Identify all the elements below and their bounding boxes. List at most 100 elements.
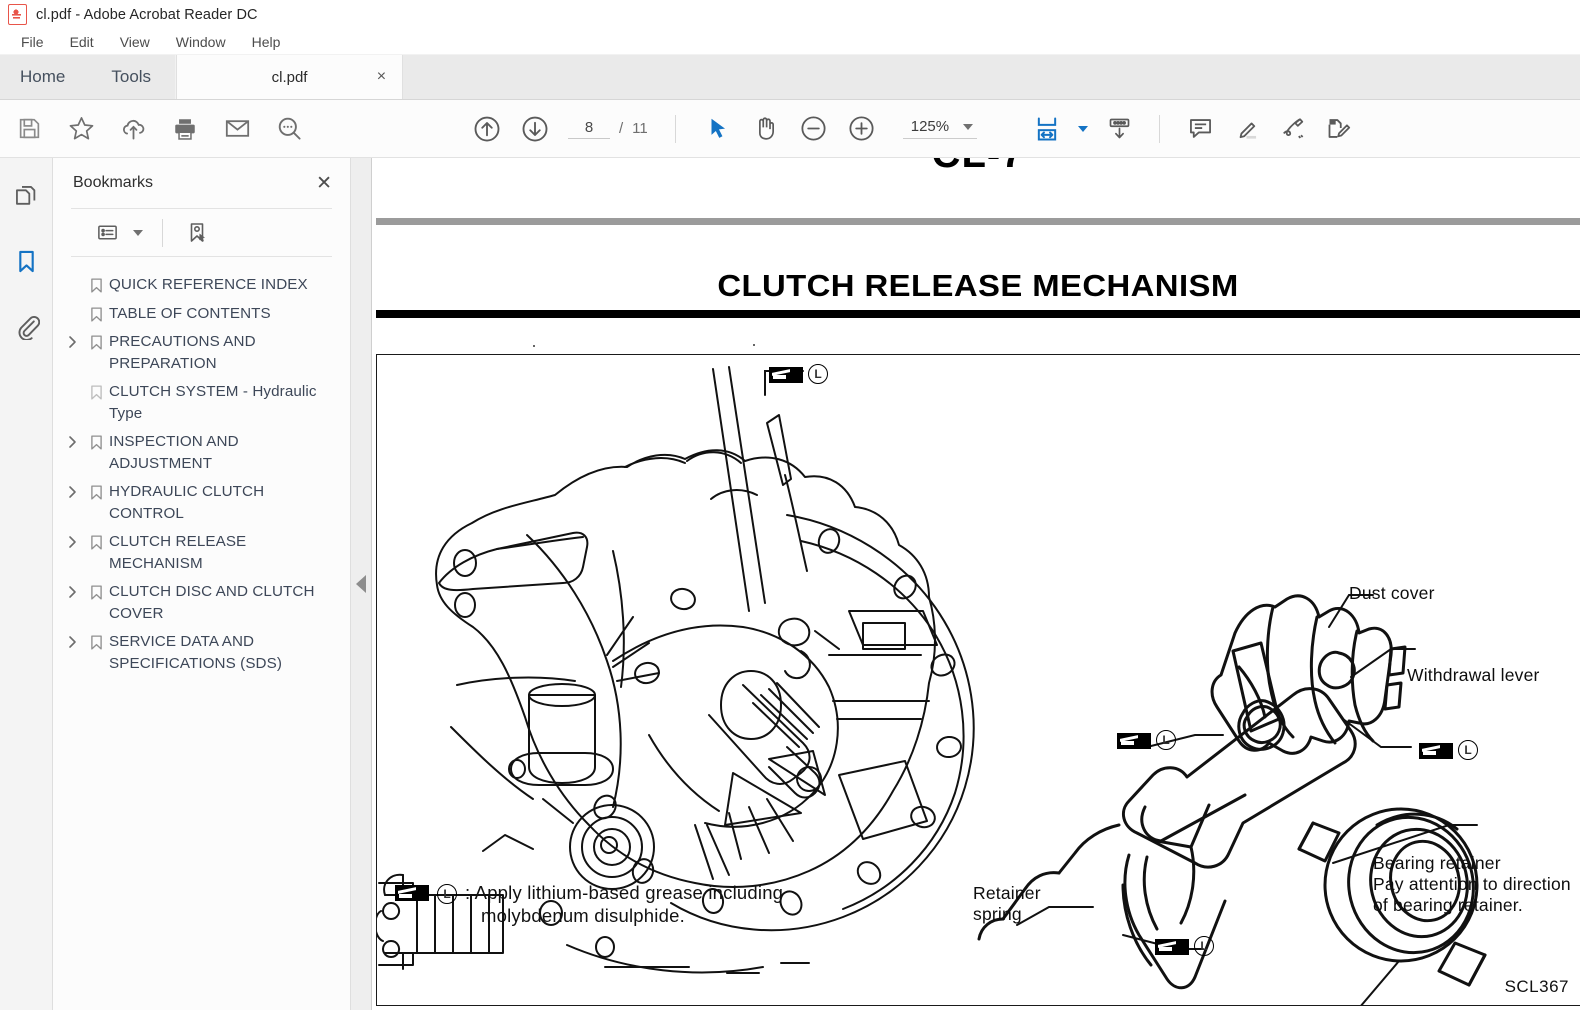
expand-arrow-placeholder [61,303,83,307]
bookmark-icon [83,381,109,402]
page-total: 11 [632,120,648,137]
bookmark-item[interactable]: CLUTCH SYSTEM - Hydraulic Type [61,378,340,428]
star-icon[interactable] [66,114,96,144]
list-options-icon[interactable] [91,217,123,249]
collapse-left-triangle-icon[interactable] [356,575,366,593]
lubricant-l-mark: L [808,364,828,384]
bookmarks-panel-title: Bookmarks [73,174,154,191]
cloud-upload-icon[interactable] [118,114,148,144]
bookmark-item[interactable]: CLUTCH RELEASE MECHANISM [61,528,340,578]
menu-window[interactable]: Window [163,32,239,52]
tab-tools[interactable]: Tools [87,55,176,99]
arrow-down-circle-icon[interactable] [520,114,550,144]
scroll-down-icon[interactable] [1104,114,1134,144]
zoom-level-select[interactable]: 125% [902,118,978,139]
toolbar-center-group: 8 / 11 125% [472,114,978,144]
chevron-down-icon[interactable] [133,229,143,236]
toolbar: 8 / 11 125% [0,100,1580,158]
page-speck [533,345,535,347]
page-thumbnails-icon[interactable] [10,180,42,212]
chevron-right-icon[interactable] [61,531,83,549]
chevron-right-icon[interactable] [61,481,83,499]
expand-arrow-placeholder [61,381,83,385]
page-speck [753,344,755,346]
lubricant-l-mark: L [1458,740,1478,760]
bookmark-item[interactable]: INSPECTION AND ADJUSTMENT [61,428,340,478]
callout-withdrawal-lever: Withdrawal lever [1407,665,1540,685]
tab-strip-filler [403,55,1580,99]
legend-line-1: : Apply lithium-based grease including [465,882,784,903]
bookmarks-panel-header: Bookmarks ✕ [53,158,350,208]
bookmark-label: HYDRAULIC CLUTCH CONTROL [109,483,265,522]
grease-gun-icon [1419,742,1453,759]
bookmark-icon [83,531,109,552]
bookmark-label: SERVICE DATA AND SPECIFICATIONS (SDS) [109,633,283,672]
grease-gun-icon [1155,938,1189,955]
grease-gun-icon [769,366,803,383]
sign-icon[interactable] [1277,114,1307,144]
plus-circle-icon[interactable] [847,114,877,144]
chevron-right-icon[interactable] [61,581,83,599]
bookmark-item[interactable]: CLUTCH DISC AND CLUTCH COVER [61,578,340,628]
document-view[interactable]: CL-7 CLUTCH RELEASE MECHANISM [372,158,1580,1010]
bookmark-item[interactable]: SERVICE DATA AND SPECIFICATIONS (SDS) [61,628,340,678]
bookmarks-panel: Bookmarks ✕ QUICK REFERENCE INDEX TABLE … [53,158,351,1010]
new-bookmark-icon[interactable] [182,217,214,249]
bookmark-label: INSPECTION AND ADJUSTMENT [109,433,239,472]
chevron-down-icon[interactable] [963,123,974,130]
attachments-icon[interactable] [10,310,42,342]
bookmark-icon [83,274,109,295]
close-icon[interactable]: × [377,69,386,85]
search-icon[interactable] [274,114,304,144]
bookmark-label: CLUTCH DISC AND CLUTCH COVER [109,583,315,622]
grey-rule [376,218,1580,225]
fit-width-chevron-down-icon[interactable] [1078,125,1088,132]
minus-circle-icon[interactable] [799,114,829,144]
bookmark-item[interactable]: PRECAUTIONS AND PREPARATION [61,328,340,378]
callout-bearing-retainer: Bearing retainer Pay attention to direct… [1373,853,1571,915]
save-icon[interactable] [14,114,44,144]
menu-file[interactable]: File [8,32,57,52]
menu-help[interactable]: Help [239,32,294,52]
tab-document[interactable]: cl.pdf × [176,55,404,99]
bookmark-item[interactable]: HYDRAULIC CLUTCH CONTROL [61,478,340,528]
chevron-right-icon[interactable] [61,631,83,649]
bookmark-item[interactable]: TABLE OF CONTENTS [61,300,340,329]
chevron-right-icon[interactable] [61,331,83,349]
page-navigation: 8 / 11 [568,119,648,139]
email-icon[interactable] [222,114,252,144]
window-title: cl.pdf - Adobe Acrobat Reader DC [36,6,258,23]
page-separator: / [619,120,624,137]
bookmark-icon [83,431,109,452]
bookmark-item[interactable]: QUICK REFERENCE INDEX [61,271,340,300]
panel-splitter[interactable] [351,158,372,1010]
menu-bar: File Edit View Window Help [0,29,1580,54]
cursor-arrow-icon[interactable] [703,114,733,144]
tab-home[interactable]: Home [0,55,88,99]
grease-mark-badge: L [1419,737,1478,760]
bookmark-icon [83,631,109,652]
page-number-input[interactable]: 8 [568,119,610,139]
comment-icon[interactable] [1185,114,1215,144]
grease-mark-badge: L [1117,727,1176,750]
bookmarks-icon[interactable] [10,245,42,277]
legend-line-2: molybdenum disulphide. [481,905,685,926]
callout-retainer-spring: Retainer spring [973,883,1041,924]
hand-icon[interactable] [751,114,781,144]
title-bar: cl.pdf - Adobe Acrobat Reader DC [0,0,1580,29]
bookmark-label: QUICK REFERENCE INDEX [109,276,308,293]
grease-gun-icon [395,885,429,901]
print-icon[interactable] [170,114,200,144]
close-icon[interactable]: ✕ [316,174,332,193]
zoom-level-value: 125% [910,118,950,135]
navigation-rail [0,158,53,1010]
arrow-up-circle-icon[interactable] [472,114,502,144]
highlighter-icon[interactable] [1231,114,1261,144]
menu-edit[interactable]: Edit [57,32,107,52]
edit-pdf-icon[interactable] [1323,114,1353,144]
figure-number: SCL367 [1504,977,1569,996]
fit-page-width-icon[interactable] [1032,114,1062,144]
toolbar-divider-right [1159,114,1160,143]
chevron-right-icon[interactable] [61,431,83,449]
menu-view[interactable]: View [107,32,163,52]
